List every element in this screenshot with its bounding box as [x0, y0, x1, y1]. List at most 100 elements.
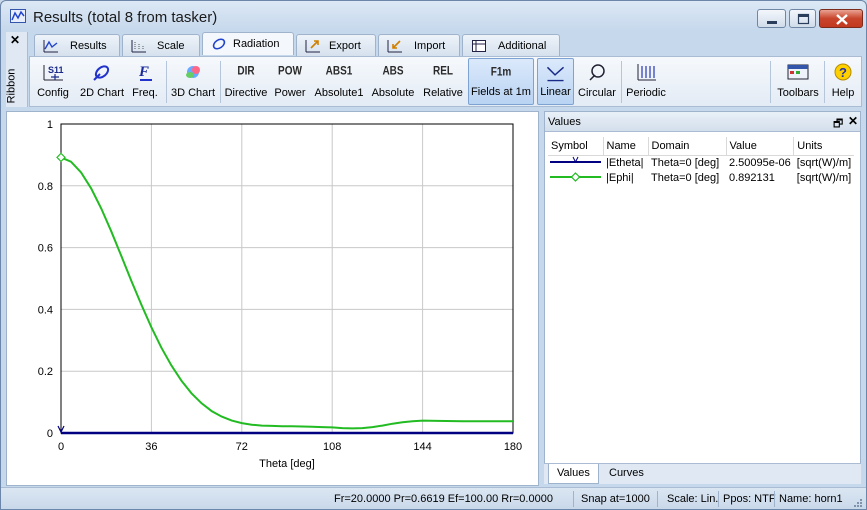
- ribbon-toolbar: S11 Config 2D Chart F Freq. 3D Chart DIR…: [29, 56, 862, 107]
- linear-icon: [546, 66, 565, 82]
- periodic-icon: [637, 64, 656, 81]
- toolbars-button[interactable]: Toolbars: [774, 58, 822, 105]
- power-button[interactable]: POW Power: [271, 58, 309, 105]
- config-glyph-text: S11: [48, 65, 64, 75]
- linear-label: Linear: [540, 86, 571, 98]
- directive-label: Directive: [224, 87, 268, 99]
- config-button[interactable]: S11 Config: [33, 58, 73, 105]
- app-chart-icon: [10, 9, 26, 23]
- tab-results[interactable]: Results: [34, 34, 120, 56]
- tab-import[interactable]: Import: [378, 34, 460, 56]
- results-window: Results (total 8 from tasker) ✕ Ribbon R…: [0, 0, 867, 510]
- values-panel: Values 🗗 ✕ Symbol Name Domain Value Unit…: [544, 111, 861, 484]
- y-tick-label: 0.2: [38, 366, 53, 378]
- y-tick-label: 1: [47, 119, 53, 131]
- close-icon: [836, 14, 848, 25]
- fields-at-1m-button[interactable]: F1m Fields at 1m: [468, 58, 534, 105]
- relative-button[interactable]: REL Relative: [419, 58, 467, 105]
- close-panel-button[interactable]: ✕: [848, 114, 858, 128]
- x-tick-label: 36: [145, 441, 157, 453]
- tab-additional[interactable]: Additional: [462, 34, 560, 56]
- svg-text:?: ?: [839, 65, 847, 80]
- power-glyph: POW: [278, 65, 302, 78]
- tab-import-label: Import: [414, 40, 446, 52]
- absolute1-glyph: ABS1: [325, 65, 353, 78]
- absolute-glyph: ABS: [382, 65, 404, 78]
- circular-label: Circular: [578, 87, 616, 99]
- y-tick-label: 0.6: [38, 243, 53, 255]
- x-tick-label: 144: [413, 441, 431, 453]
- absolute-label: Absolute: [371, 87, 415, 99]
- scale-tab-icon: [131, 40, 146, 53]
- chart2d-label: 2D Chart: [79, 87, 125, 99]
- circular-button[interactable]: Circular: [576, 58, 618, 105]
- tab-scale[interactable]: Scale: [122, 34, 200, 56]
- absolute1-label: Absolute1: [314, 87, 364, 99]
- y-tick-label: 0.4: [38, 304, 53, 316]
- table-row[interactable]: |Etheta| Theta=0 [deg] 2.50095e-06 [sqrt…: [548, 155, 854, 171]
- toolbars-icon: [787, 64, 809, 80]
- table-row[interactable]: |Ephi| Theta=0 [deg] 0.892131 [sqrt(W)/m…: [548, 171, 854, 186]
- row-name: |Ephi|: [606, 172, 634, 184]
- tab-results-label: Results: [70, 40, 107, 52]
- linear-button[interactable]: Linear: [537, 58, 574, 105]
- minimize-button[interactable]: [757, 9, 786, 28]
- help-button[interactable]: ? Help: [826, 58, 860, 105]
- toolbar-separator: [770, 61, 771, 103]
- chart2d-button[interactable]: 2D Chart: [78, 58, 126, 105]
- values-panel-title: Values: [548, 116, 581, 128]
- circular-icon: [589, 64, 605, 81]
- additional-tab-icon: [472, 40, 486, 52]
- row-name: |Etheta|: [606, 157, 644, 169]
- close-window-button[interactable]: [819, 9, 863, 28]
- tab-radiation-label: Radiation: [233, 38, 280, 50]
- ephi-symbol: [548, 171, 603, 186]
- tab-curves[interactable]: Curves: [601, 464, 652, 484]
- chart3d-button[interactable]: 3D Chart: [169, 58, 217, 105]
- absolute-button[interactable]: ABS Absolute: [369, 58, 417, 105]
- column-value[interactable]: Value: [726, 137, 795, 156]
- status-params: Fr=20.0000 Pr=0.6619 Ef=100.00 Rr=0.0000: [334, 493, 553, 505]
- tab-radiation[interactable]: Radiation: [202, 32, 294, 55]
- values-table-header: Symbol Name Domain Value Units: [548, 137, 855, 156]
- radiation-chart[interactable]: 0 36 72 108 144 180 0 0.2 0.4 0.6 0.8 1 Theta [deg]: [7, 112, 538, 485]
- status-divider: [657, 491, 658, 507]
- tab-export-label: Export: [329, 40, 361, 52]
- periodic-button[interactable]: Periodic: [624, 58, 668, 105]
- ribbon-close-button[interactable]: ✕: [10, 33, 20, 47]
- ribbon-tabs: Results Scale Radiation Export Import Ad…: [34, 32, 564, 56]
- title-bar[interactable]: Results (total 8 from tasker): [1, 1, 866, 31]
- column-name[interactable]: Name: [603, 137, 649, 156]
- row-units: [sqrt(W)/m]: [796, 172, 852, 184]
- absolute1-button[interactable]: ABS1 Absolute1: [311, 58, 367, 105]
- values-table: Symbol Name Domain Value Units |Etheta| …: [548, 137, 855, 186]
- status-scale: Scale: Lin.: [667, 493, 719, 505]
- column-units[interactable]: Units: [793, 137, 855, 156]
- float-panel-button[interactable]: 🗗: [833, 115, 843, 134]
- directive-button[interactable]: DIR Directive: [223, 58, 269, 105]
- values-panel-tabs: Values Curves: [544, 463, 861, 484]
- toolbar-separator: [166, 61, 167, 103]
- maximize-icon: [797, 13, 810, 25]
- periodic-label: Periodic: [626, 87, 666, 99]
- row-value: 2.50095e-06: [729, 157, 791, 169]
- status-ppos: Ppos: NTF: [723, 493, 776, 505]
- ribbon-label[interactable]: Ribbon: [5, 69, 17, 104]
- tab-additional-label: Additional: [498, 40, 547, 52]
- series-line-ephi: [60, 156, 513, 430]
- ephi-marker: [56, 152, 66, 163]
- tab-export[interactable]: Export: [296, 34, 376, 56]
- x-tick-label: 180: [504, 441, 522, 453]
- column-symbol[interactable]: Symbol: [548, 137, 604, 156]
- freq-label: Freq.: [132, 87, 158, 99]
- results-tab-icon: [43, 40, 58, 53]
- maximize-button[interactable]: [789, 9, 816, 28]
- radiation-tab-icon: [212, 38, 226, 50]
- fields-at-1m-label: Fields at 1m: [471, 86, 531, 98]
- freq-button[interactable]: F Freq.: [128, 58, 162, 105]
- radiation-chart-panel[interactable]: 0 36 72 108 144 180 0 0.2 0.4 0.6 0.8 1 Theta [deg]: [6, 111, 539, 486]
- column-domain[interactable]: Domain: [648, 137, 727, 156]
- toolbar-separator: [824, 61, 825, 103]
- tab-values[interactable]: Values: [548, 464, 599, 484]
- resize-grip-icon[interactable]: [851, 497, 863, 508]
